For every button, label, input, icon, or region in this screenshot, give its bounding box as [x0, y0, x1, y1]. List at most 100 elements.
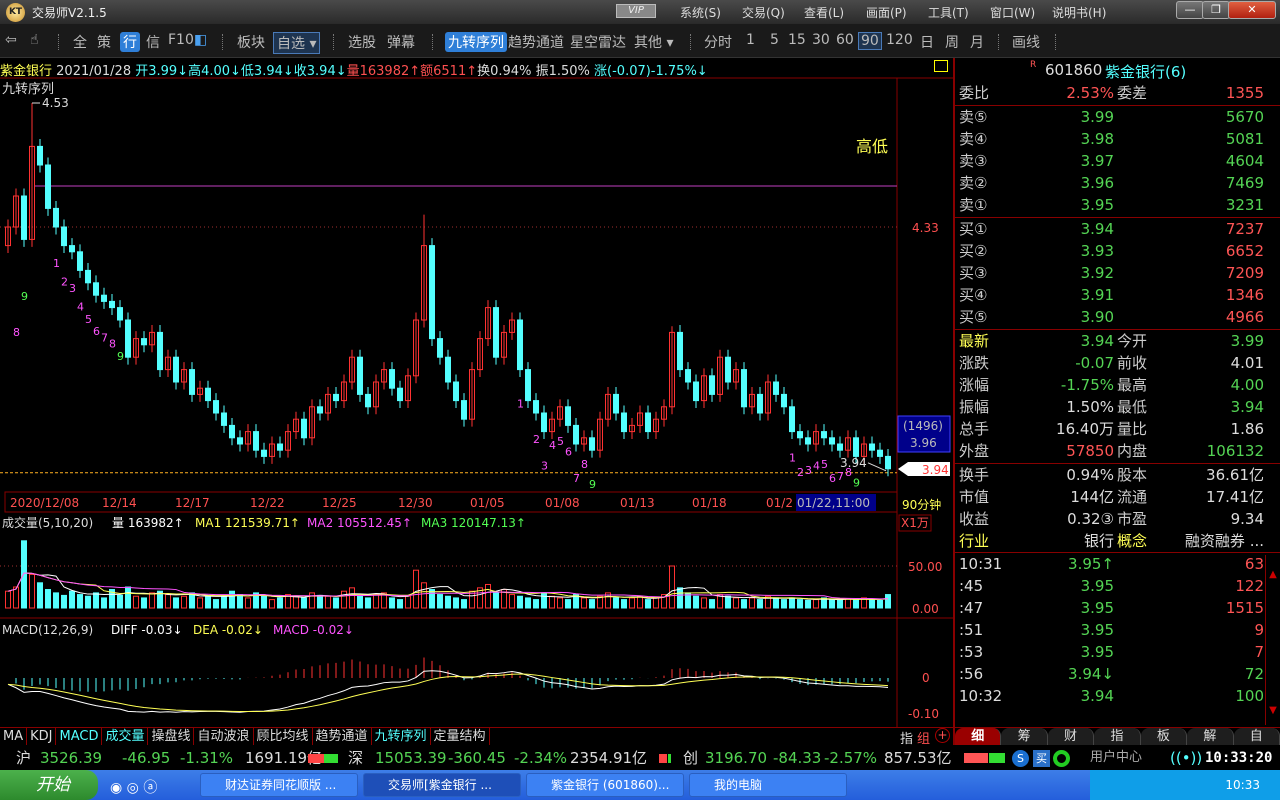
menu-tools[interactable]: 工具(T)	[928, 4, 969, 21]
indicator-menu[interactable]: 指	[900, 728, 913, 747]
candle-body	[85, 269, 91, 284]
indicator-tab-6[interactable]: 顾比均线	[254, 728, 313, 745]
indicator-tab-5[interactable]: 自动波浪	[194, 728, 254, 745]
indicator-star-radar[interactable]: 星空雷达	[570, 32, 626, 52]
index-bar: 沪 3526.39 -46.95 -1.31% 1691.19亿 深 15053…	[0, 746, 1280, 770]
period-month[interactable]: 月	[970, 32, 984, 52]
period-day[interactable]: 日	[920, 32, 934, 52]
indicator-nine-turn[interactable]: 九转序列	[445, 32, 507, 52]
task-zijin[interactable]: 紫金银行 (601860)...	[526, 773, 684, 797]
indicator-tab-2[interactable]: MACD	[56, 728, 103, 745]
add-icon[interactable]: +	[935, 728, 950, 743]
nav-all[interactable]: 全	[73, 32, 87, 52]
window-icon[interactable]: ◧	[194, 32, 207, 48]
ask-row-cell: 7469	[1225, 174, 1264, 192]
watchlist-dropdown[interactable]: 自选 ▾	[273, 32, 321, 54]
period-15[interactable]: 15	[788, 32, 806, 48]
volume-bar	[565, 599, 571, 609]
task-tonghuashun[interactable]: 财达证券同花顺版 ...	[200, 773, 358, 797]
period-120[interactable]: 120	[886, 32, 913, 48]
td-mark: 8	[109, 338, 116, 351]
draw-button[interactable]: 画线	[1012, 32, 1040, 52]
tick-row-cell: :45	[959, 577, 984, 595]
menu-help[interactable]: 说明书(H)	[1052, 4, 1106, 21]
indicator-tab-3[interactable]: 成交量	[102, 728, 149, 745]
menu-system[interactable]: 系统(S)	[680, 4, 721, 21]
nav-info[interactable]: 信	[146, 32, 160, 52]
buy-icon[interactable]: 买	[1033, 750, 1050, 767]
period-90[interactable]: 90	[858, 32, 882, 50]
volume-bar	[85, 595, 91, 609]
back-icon[interactable]: ⇦	[5, 32, 17, 48]
group-menu[interactable]: 组	[917, 728, 930, 747]
refresh-icon[interactable]	[1053, 750, 1070, 767]
volume-bar	[517, 595, 523, 609]
period-30[interactable]: 30	[812, 32, 830, 48]
indicator-other-dropdown[interactable]: 其他 ▾	[634, 32, 673, 52]
indicator-tab-0[interactable]: MA	[0, 728, 28, 745]
quote-tab-5[interactable]: 解	[1187, 728, 1234, 745]
candle-body	[677, 331, 683, 371]
tick-scrollbar[interactable]: ▲ ▼	[1265, 555, 1280, 725]
close-button[interactable]: ✕	[1228, 1, 1276, 19]
stat-row-cell: -0.07	[1075, 354, 1114, 372]
nav-quote[interactable]: 行	[120, 32, 140, 52]
quote-tab-3[interactable]: 指	[1094, 728, 1141, 745]
period-5[interactable]: 5	[770, 32, 779, 48]
task-my-computer[interactable]: 我的电脑	[689, 773, 847, 797]
indicator-tab-9[interactable]: 定量结构	[431, 728, 490, 745]
stat-row-cell: 4.00	[1230, 376, 1264, 394]
user-center-link[interactable]: 用户中心	[1090, 746, 1142, 770]
x-axis-label: 12/17	[175, 496, 210, 510]
period-week[interactable]: 周	[945, 32, 959, 52]
volume-bar	[445, 595, 451, 609]
candle-body	[117, 307, 123, 321]
indicator-tab-1[interactable]: KDJ	[27, 728, 57, 745]
quote-tab-4[interactable]: 板	[1140, 728, 1188, 745]
vip-button[interactable]: VIP	[616, 4, 656, 18]
indicator-tab-7[interactable]: 趋势通道	[313, 728, 372, 745]
nav-f10[interactable]: F10	[168, 32, 194, 48]
tick-row-cell: 100	[1235, 687, 1264, 705]
volume-bar	[629, 597, 635, 609]
hand-icon[interactable]: ☝	[30, 32, 39, 48]
quote-tab-0[interactable]: 细	[955, 728, 1002, 745]
quicklaunch-icons[interactable]: ◉ ◎ ⓐ	[110, 777, 157, 797]
stat-row: 外盘 57850 内盘 106132	[959, 440, 1264, 462]
quote-tab-1[interactable]: 筹	[1001, 728, 1048, 745]
minimize-button[interactable]: —	[1176, 1, 1204, 19]
volume-bar	[749, 597, 755, 609]
volume-bar	[653, 597, 659, 609]
quote-tab-6[interactable]: 自	[1233, 728, 1280, 745]
indicator-tab-8[interactable]: 九转序列	[372, 728, 431, 745]
menu-trade[interactable]: 交易(Q)	[742, 4, 785, 21]
stock-picker-button[interactable]: 选股	[348, 32, 376, 52]
td-mark: 9	[117, 350, 124, 363]
period-timeshare[interactable]: 分时	[704, 32, 732, 52]
task-jiaoyishi[interactable]: 交易师[紫金银行 ...	[363, 773, 521, 797]
bid-row-cell: 7237	[1225, 220, 1264, 238]
volume-bar	[485, 583, 491, 609]
candle-body	[837, 443, 843, 451]
ask-row-cell: 3.95	[1080, 196, 1114, 214]
stat-row-cell: 涨跌	[959, 354, 990, 372]
quote-tab-2[interactable]: 财	[1047, 728, 1095, 745]
stat-row-cell: 最高	[1117, 376, 1148, 394]
menu-view[interactable]: 查看(L)	[804, 4, 844, 21]
nav-strategy[interactable]: 策	[97, 32, 111, 52]
indicator-trend-channel[interactable]: 趋势通道	[508, 32, 564, 52]
indicator-tab-4[interactable]: 操盘线	[148, 728, 195, 745]
danmaku-button[interactable]: 弹幕	[387, 32, 415, 52]
ask-row: 卖③ 3.97 4604	[959, 150, 1264, 172]
fundamental-row-cell: 9.34	[1230, 510, 1264, 528]
maximize-button[interactable]: ❐	[1202, 1, 1230, 19]
start-button[interactable]: 开始	[0, 770, 98, 800]
sector-button[interactable]: 板块	[237, 32, 265, 52]
s-icon[interactable]: S	[1012, 750, 1029, 767]
period-60[interactable]: 60	[836, 32, 854, 48]
price-chart[interactable]: 4.334.533.948912 3456 7 891234 5678912 3 4 56 7 8…	[0, 58, 953, 727]
period-1[interactable]: 1	[746, 32, 755, 48]
cy-change: -84.33	[773, 749, 822, 767]
menu-window[interactable]: 窗口(W)	[990, 4, 1035, 21]
menu-screen[interactable]: 画面(P)	[866, 4, 907, 21]
